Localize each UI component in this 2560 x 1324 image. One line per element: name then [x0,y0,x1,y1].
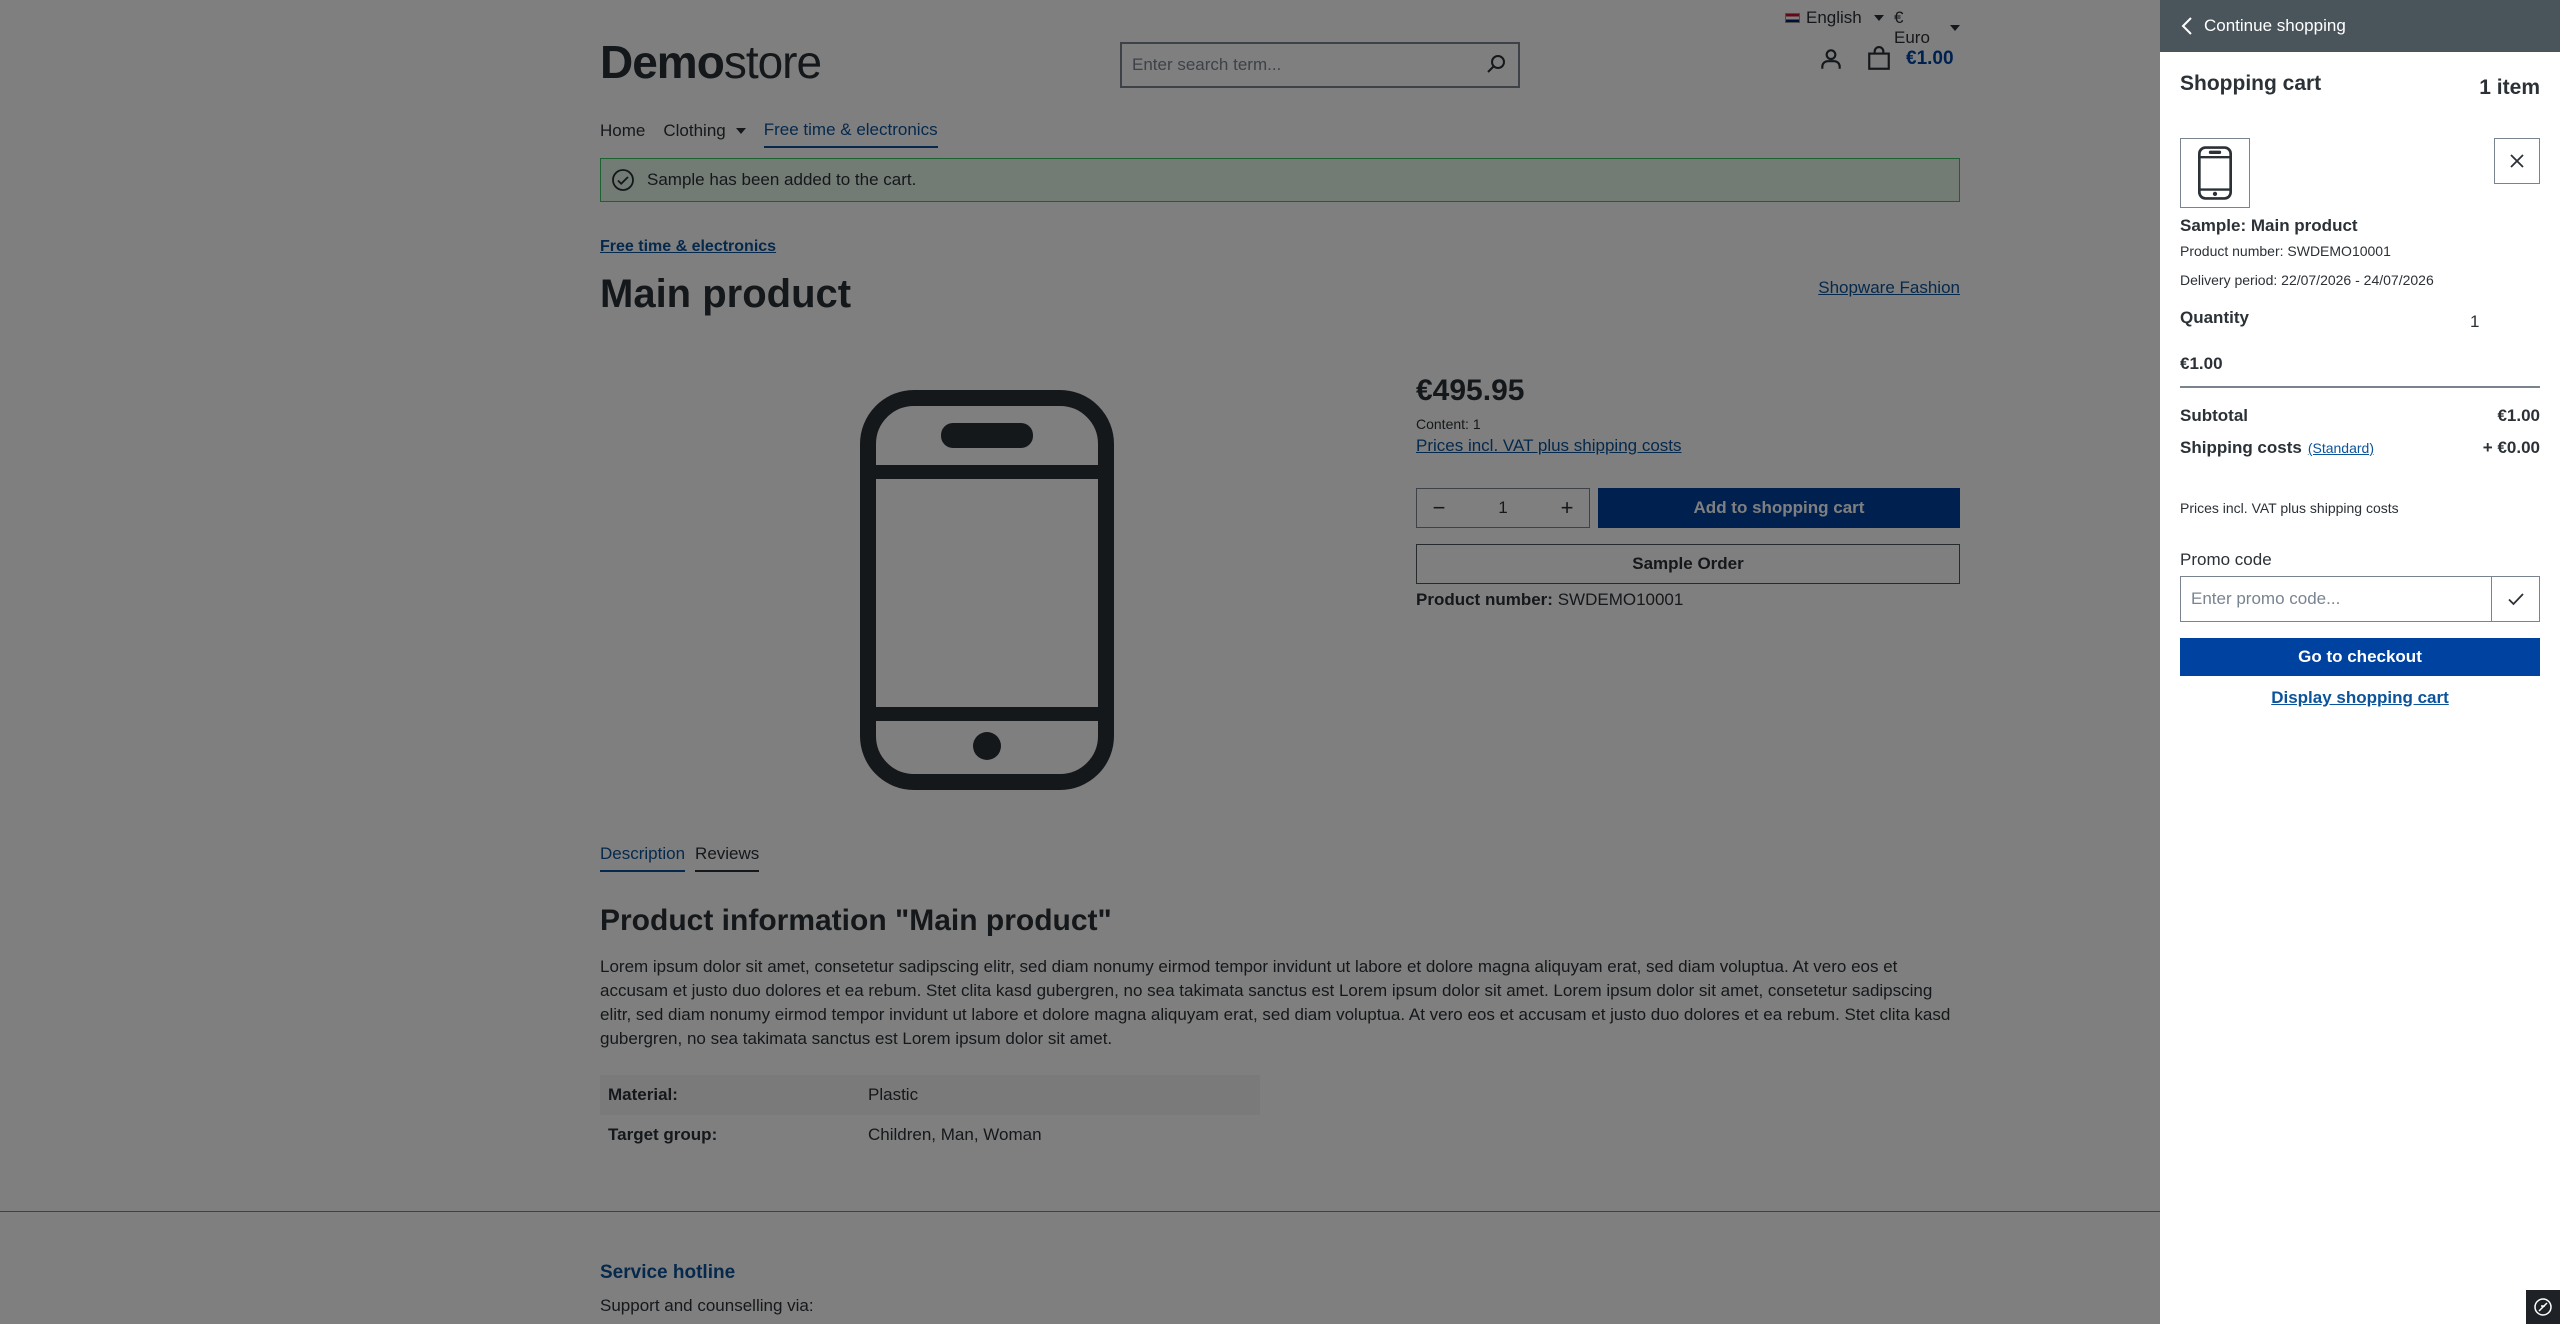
go-to-checkout-button[interactable]: Go to checkout [2180,638,2540,676]
offcanvas-cart: Continue shopping Shopping cart 1 item S… [2160,0,2560,1324]
feather-icon [2534,1298,2552,1316]
line-item-image[interactable] [2180,138,2250,208]
promo-label: Promo code [2180,550,2272,569]
promo-code-input[interactable] [2181,577,2491,621]
check-icon [2507,593,2524,606]
line-item-divider [2180,386,2540,388]
line-item-name[interactable]: Sample: Main product [2180,216,2358,236]
phone-icon [2198,146,2232,200]
remove-line-item-button[interactable] [2494,138,2540,184]
cart-title-row: Shopping cart 1 item [2180,72,2540,100]
promo-code-group [2180,576,2540,622]
line-item-delivery: Delivery period: 22/07/2026 - 24/07/2026 [2180,272,2434,288]
shipping-method-link[interactable]: (Standard) [2308,440,2374,456]
close-icon [2510,154,2524,168]
toolbar-toggle-icon[interactable] [2526,1290,2560,1324]
cart-title: Shopping cart [2180,72,2322,95]
chevron-left-icon [2181,17,2192,35]
shipping-value: + €0.00 [2482,438,2540,457]
subtotal-row: Subtotal €1.00 [2180,406,2540,426]
modal-backdrop[interactable] [0,0,2160,1324]
display-shopping-cart-link[interactable]: Display shopping cart [2180,688,2540,708]
continue-shopping-button[interactable]: Continue shopping [2160,0,2560,52]
vat-note: Prices incl. VAT plus shipping costs [2180,500,2399,516]
subtotal-label: Subtotal [2180,406,2248,425]
shipping-row: Shipping costs (Standard) + €0.00 [2180,438,2540,458]
quantity-label: Quantity [2180,308,2249,327]
subtotal-value: €1.00 [2497,406,2540,425]
cart-item-count: 1 item [2479,76,2540,99]
apply-promo-button[interactable] [2491,577,2539,621]
shipping-label: Shipping costs [2180,438,2302,457]
quantity-select[interactable]: 1 [2470,312,2479,332]
line-item-number: Product number: SWDEMO10001 [2180,243,2391,259]
continue-shopping-label: Continue shopping [2204,16,2346,35]
line-item-price: €1.00 [2180,354,2223,373]
